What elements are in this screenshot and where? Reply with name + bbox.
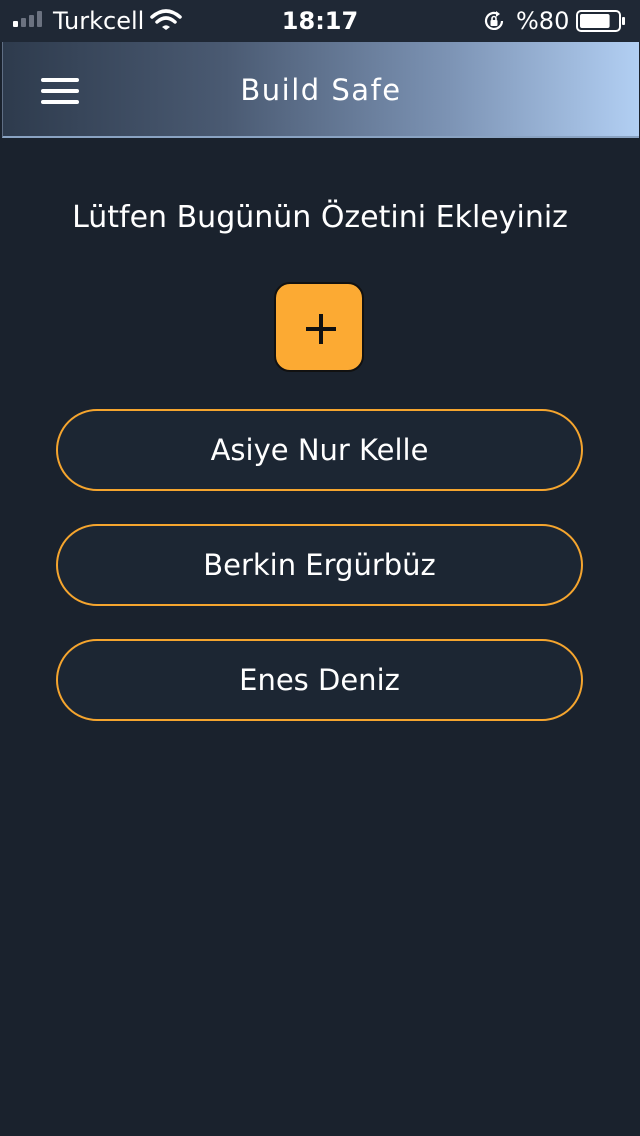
battery-icon: [576, 10, 625, 32]
orientation-lock-icon: [484, 11, 504, 30]
add-summary-button[interactable]: [274, 282, 364, 372]
person-button-asiye-nur-kelle[interactable]: Asiye Nur Kelle: [56, 409, 583, 491]
person-button-berkin-ergurbuz[interactable]: Berkin Ergürbüz: [56, 524, 583, 606]
page-title: Build Safe: [240, 73, 402, 107]
summary-prompt: Lütfen Bugünün Özetini Ekleyiniz: [72, 200, 568, 235]
navigation-bar: Build Safe: [2, 42, 639, 138]
plus-icon: [306, 314, 336, 344]
status-bar: Turkcell 18:17 %80: [0, 0, 640, 42]
person-button-enes-deniz[interactable]: Enes Deniz: [56, 639, 583, 721]
battery-percent: %80: [516, 7, 570, 35]
